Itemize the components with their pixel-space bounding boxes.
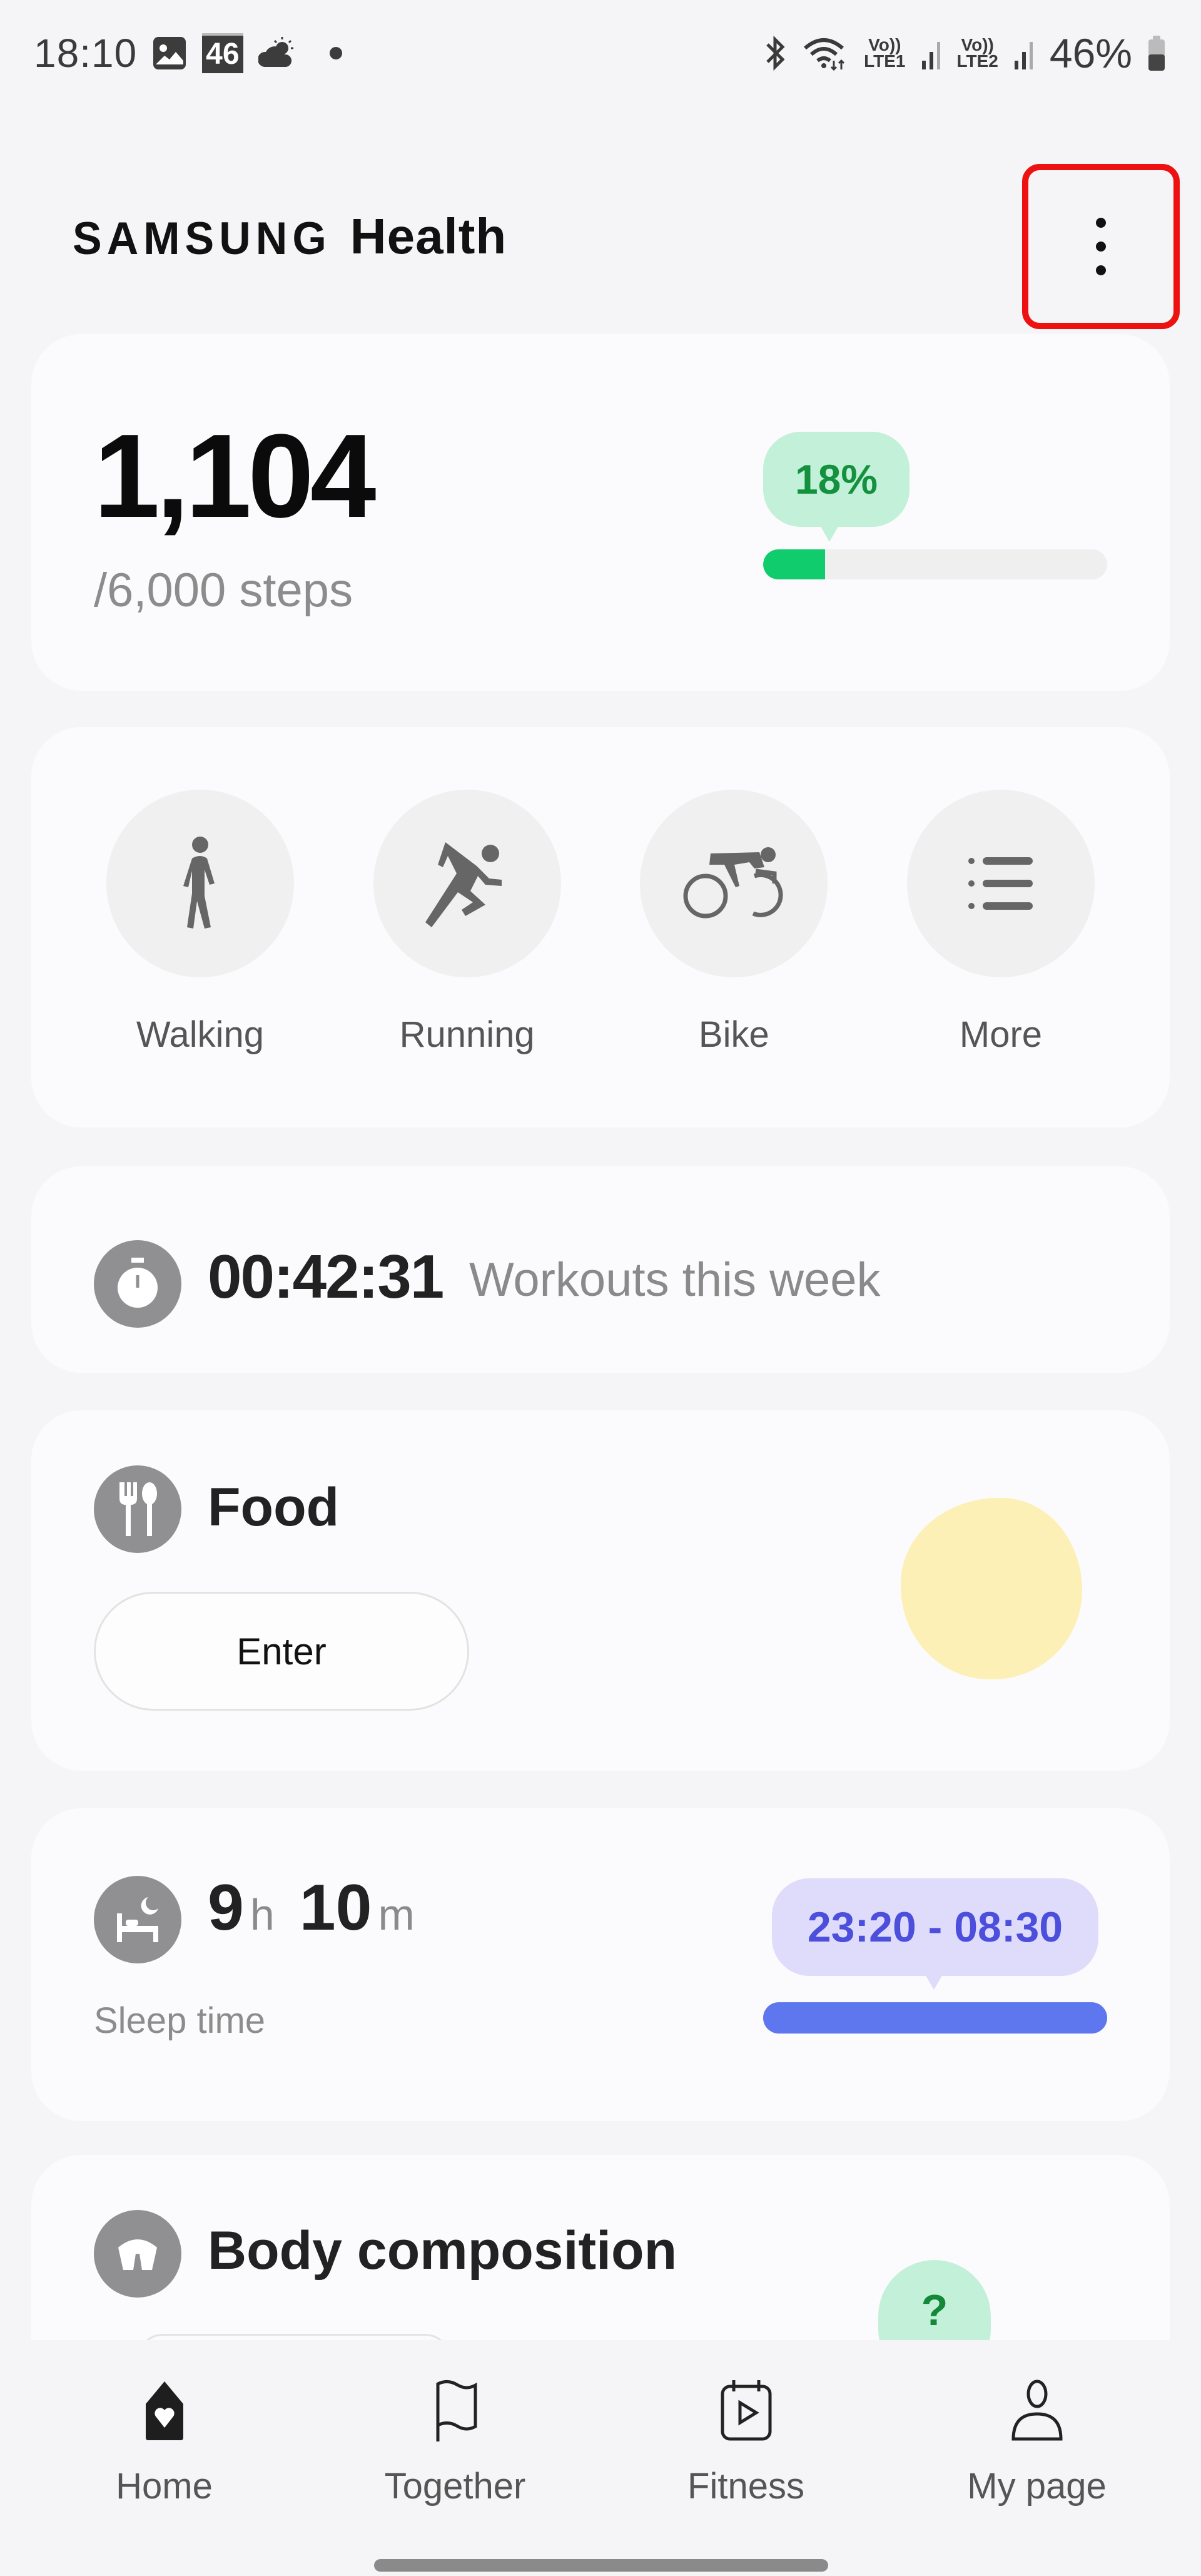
home-heart-icon bbox=[132, 2378, 197, 2443]
battery-icon bbox=[1147, 34, 1166, 72]
nav-home[interactable]: Home bbox=[71, 2378, 258, 2507]
sim1-volte: Vo)) LTE1 bbox=[864, 36, 906, 71]
food-card[interactable]: Food Enter bbox=[31, 1410, 1170, 1771]
workout-duration: 00:42:31 bbox=[208, 1242, 444, 1311]
steps-goal: /6,000 steps bbox=[94, 564, 353, 617]
app-logo: SAMSUNG Health bbox=[73, 208, 507, 265]
workouts-card[interactable]: 00:42:31 Workouts this week bbox=[31, 1166, 1170, 1373]
brand-health: Health bbox=[350, 208, 507, 264]
nav-fitness-label: Fitness bbox=[687, 2466, 804, 2507]
walking-label: Walking bbox=[136, 1014, 265, 1055]
fitness-play-icon bbox=[714, 2378, 779, 2443]
bed-moon-icon bbox=[94, 1876, 181, 1963]
more-label: More bbox=[959, 1014, 1043, 1055]
quick-workout-card: Walking Running Bike More bbox=[31, 727, 1170, 1128]
sim2-volte: Vo)) LTE2 bbox=[956, 36, 998, 71]
running-icon bbox=[373, 790, 561, 977]
workout-walking-button[interactable]: Walking bbox=[106, 790, 294, 1056]
person-icon bbox=[1005, 2378, 1070, 2443]
steps-progress-bar bbox=[763, 549, 1107, 579]
sleep-card[interactable]: 9 h 10 m Sleep time 23:20 - 08:30 bbox=[31, 1808, 1170, 2121]
steps-percent-badge: 18% bbox=[763, 432, 910, 542]
sleep-duration: 9 h 10 m bbox=[208, 1871, 433, 1945]
steps-card[interactable]: 1,104 /6,000 steps 18% bbox=[31, 334, 1170, 691]
workout-bike-button[interactable]: Bike bbox=[640, 790, 828, 1056]
app-header: SAMSUNG Health bbox=[0, 156, 1201, 329]
nav-home-label: Home bbox=[116, 2466, 213, 2507]
signal-icon bbox=[1013, 36, 1035, 71]
bluetooth-icon bbox=[763, 34, 788, 72]
food-illustration bbox=[901, 1498, 1082, 1679]
status-bar-left: 18:10 46 bbox=[34, 30, 342, 76]
workout-label: Workouts this week bbox=[469, 1253, 881, 1306]
sim1-network-label: LTE1 bbox=[864, 51, 906, 71]
brand-samsung: SAMSUNG bbox=[73, 213, 332, 264]
home-indicator[interactable] bbox=[374, 2559, 828, 2572]
battery-percent: 46% bbox=[1049, 30, 1132, 76]
status-bar-right: Vo)) LTE1 Vo)) LTE2 46% bbox=[763, 29, 1166, 77]
bike-label: Bike bbox=[698, 1014, 769, 1055]
bottom-navigation: Home Together Fitness My page bbox=[0, 2340, 1201, 2576]
nav-my-page[interactable]: My page bbox=[943, 2378, 1131, 2507]
sim2-network-label: LTE2 bbox=[956, 51, 998, 71]
nav-together[interactable]: Together bbox=[362, 2378, 549, 2507]
sleep-hours: 9 bbox=[208, 1871, 244, 1944]
signal-icon bbox=[921, 36, 942, 71]
scale-icon bbox=[94, 2210, 181, 2298]
more-vertical-icon bbox=[1096, 265, 1106, 275]
notification-dot-icon bbox=[329, 47, 342, 59]
nav-fitness[interactable]: Fitness bbox=[652, 2378, 840, 2507]
sleep-minutes-unit: m bbox=[378, 1890, 415, 1939]
workout-running-button[interactable]: Running bbox=[373, 790, 561, 1056]
body-composition-card[interactable]: Body composition bbox=[31, 2155, 1170, 2359]
nav-my-page-label: My page bbox=[967, 2466, 1107, 2507]
calendar-46-icon: 46 bbox=[202, 33, 243, 73]
steps-progress-fill bbox=[763, 549, 825, 579]
workout-more-button[interactable]: More bbox=[906, 790, 1095, 1056]
more-vertical-icon bbox=[1096, 218, 1106, 228]
status-bar: 18:10 46 Vo)) LTE1 Vo)) LTE2 46% bbox=[0, 0, 1201, 106]
sleep-hours-unit: h bbox=[250, 1890, 275, 1939]
flag-icon bbox=[423, 2378, 488, 2443]
body-composition-title: Body composition bbox=[208, 2221, 677, 2281]
weather-partly-cloudy-icon bbox=[258, 36, 297, 71]
sleep-minutes: 10 bbox=[299, 1871, 372, 1944]
walking-icon bbox=[106, 790, 294, 977]
steps-count: 1,104 bbox=[94, 410, 376, 542]
wifi-icon bbox=[803, 34, 849, 72]
gallery-icon bbox=[152, 36, 187, 71]
sleep-bar bbox=[763, 2002, 1107, 2034]
fork-spoon-icon bbox=[94, 1465, 181, 1553]
food-title: Food bbox=[208, 1477, 340, 1537]
sleep-range-badge: 23:20 - 08:30 bbox=[772, 1878, 1098, 1990]
nav-together-label: Together bbox=[384, 2466, 526, 2507]
more-options-button[interactable] bbox=[1022, 164, 1180, 329]
sleep-label: Sleep time bbox=[94, 2000, 266, 2041]
more-vertical-icon bbox=[1096, 242, 1106, 252]
bike-icon bbox=[640, 790, 828, 977]
clock: 18:10 bbox=[34, 31, 138, 76]
running-label: Running bbox=[399, 1014, 535, 1055]
food-enter-button[interactable]: Enter bbox=[94, 1592, 469, 1711]
list-icon bbox=[906, 790, 1095, 977]
stopwatch-icon bbox=[94, 1240, 181, 1328]
